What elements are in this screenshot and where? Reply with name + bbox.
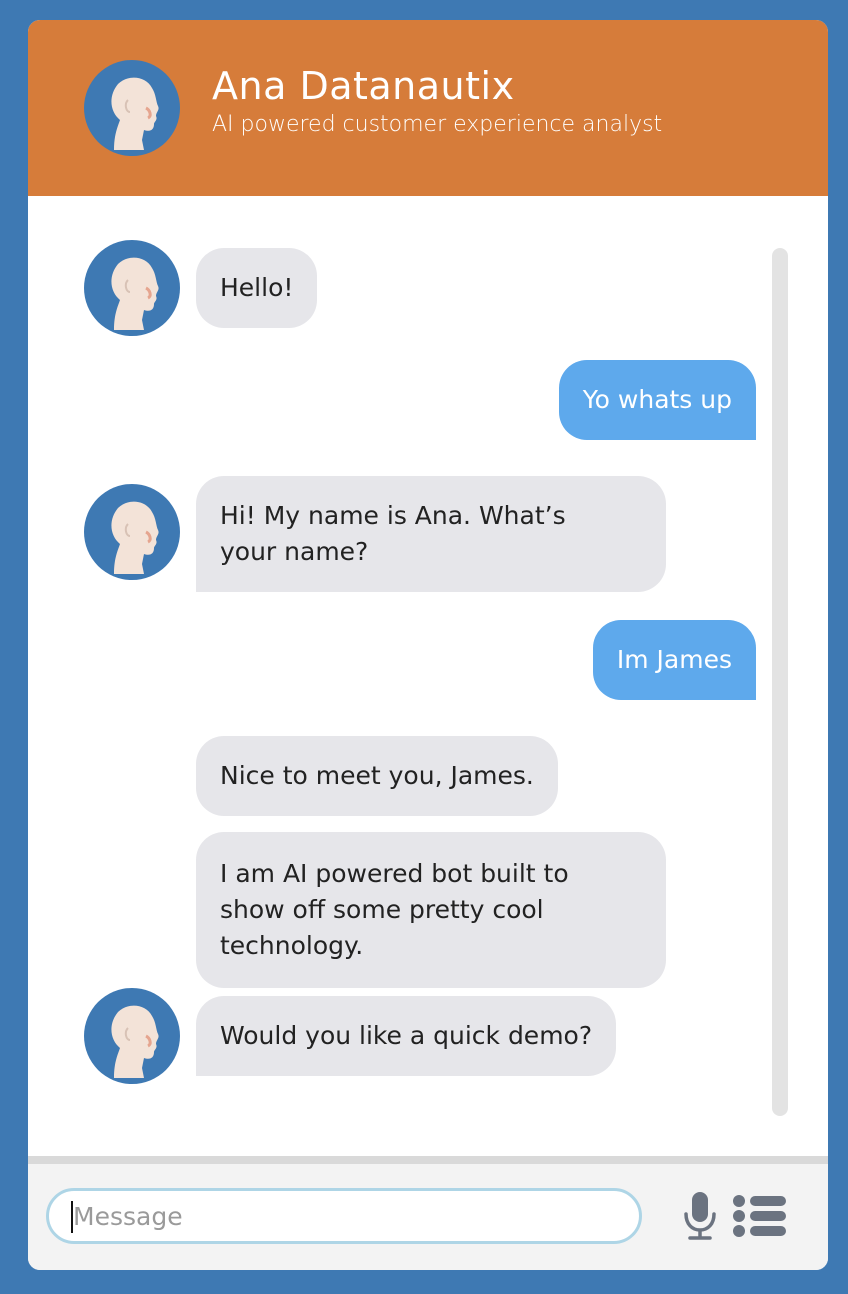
chat-header: Ana Datanautix AI powered customer exper… xyxy=(28,20,828,196)
bot-message: I am AI powered bot built to show off so… xyxy=(196,832,666,988)
bot-avatar-icon xyxy=(84,240,180,336)
user-message: Im James xyxy=(592,620,756,700)
bot-message: Would you like a quick demo? xyxy=(196,996,617,1076)
page-title: Ana Datanautix xyxy=(212,64,515,108)
page-subtitle: AI powered customer experience analyst xyxy=(212,112,663,137)
microphone-icon[interactable] xyxy=(682,1190,718,1242)
bot-avatar-icon xyxy=(84,60,180,156)
bot-avatar-icon xyxy=(84,988,180,1084)
user-message: Yo whats up xyxy=(558,360,756,440)
bot-message: Hi! My name is Ana. What’s your name? xyxy=(196,476,666,592)
list-menu-icon[interactable] xyxy=(732,1194,788,1238)
chat-window: Ana Datanautix AI powered customer exper… xyxy=(28,20,828,1270)
message-input[interactable] xyxy=(46,1188,642,1244)
message-list[interactable]: Hello! Yo whats up Hi! My name is Ana. W… xyxy=(28,196,828,1156)
composer-bar xyxy=(28,1156,828,1270)
scrollbar[interactable] xyxy=(772,248,788,1116)
text-cursor xyxy=(71,1201,73,1233)
bot-message: Nice to meet you, James. xyxy=(196,736,558,816)
bot-avatar-icon xyxy=(84,484,180,580)
bot-message: Hello! xyxy=(196,248,318,328)
